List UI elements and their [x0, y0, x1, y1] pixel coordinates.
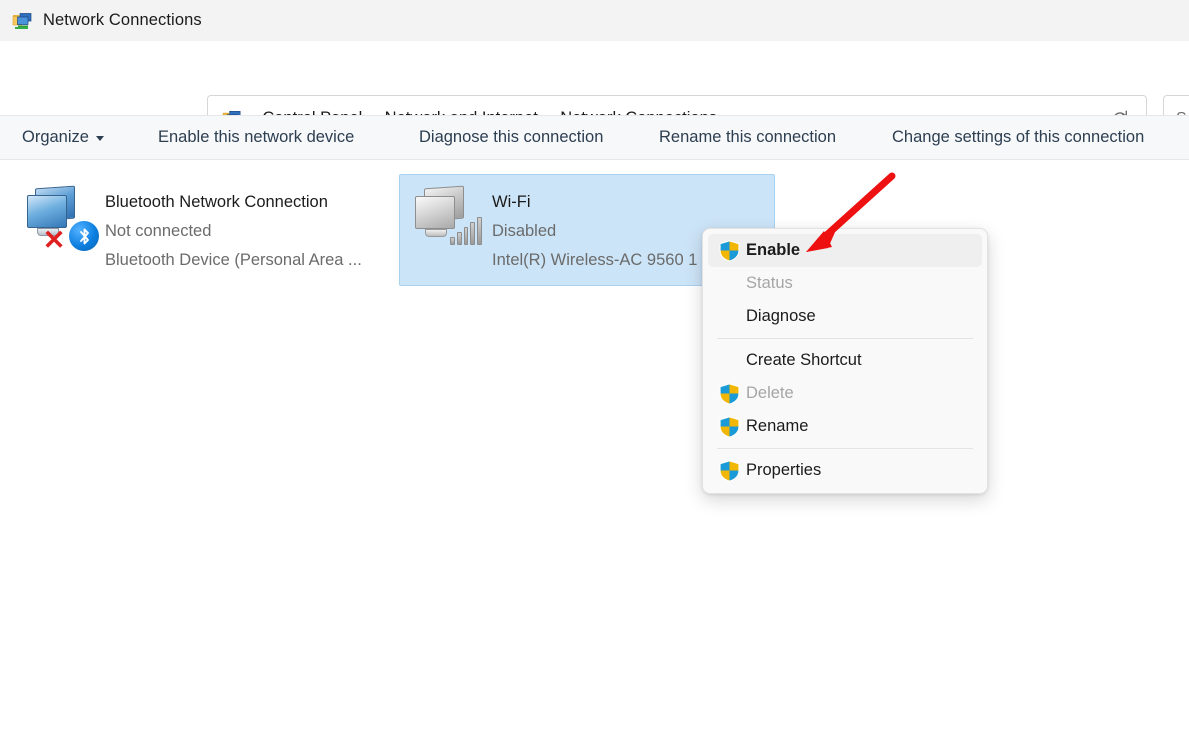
rename-connection-button[interactable]: Rename this connection: [659, 128, 836, 147]
connection-name: Bluetooth Network Connection: [105, 193, 328, 211]
connection-status: Disabled: [492, 221, 557, 240]
menu-item-label: Rename: [746, 417, 809, 435]
connection-text-bluetooth: Bluetooth Network Connection Not connect…: [105, 183, 362, 275]
network-folder-icon: [12, 12, 32, 29]
menu-item-create-shortcut[interactable]: Create Shortcut: [708, 344, 982, 377]
connection-status: Not connected: [105, 221, 212, 240]
connection-text-wifi: Wi-Fi Disabled Intel(R) Wireless-AC 9560…: [492, 183, 697, 275]
organize-button[interactable]: Organize: [22, 128, 104, 147]
disconnected-x-icon: ✕: [42, 225, 66, 255]
organize-label: Organize: [22, 128, 89, 146]
change-settings-button[interactable]: Change settings of this connection: [892, 128, 1144, 147]
enable-network-device-button[interactable]: Enable this network device: [158, 128, 354, 147]
menu-item-label: Enable: [746, 241, 801, 259]
connection-device: Intel(R) Wireless-AC 9560 1: [492, 250, 698, 269]
menu-icon-placeholder: [712, 267, 746, 300]
menu-item-label: Diagnose: [746, 307, 816, 325]
uac-shield-icon: [712, 377, 746, 410]
bluetooth-adapter-icon: ✕: [25, 183, 99, 255]
network-connections-window: Network Connections ← → ⌄ ↑ › Control Pa…: [0, 0, 1189, 734]
connection-item-bluetooth[interactable]: ✕ Bluetooth Network Connection Not conne…: [12, 174, 388, 286]
menu-separator: [717, 448, 973, 449]
window-icon: [12, 10, 34, 32]
menu-icon-placeholder: [712, 300, 746, 333]
menu-icon-placeholder: [712, 344, 746, 377]
shield-glyph: [719, 459, 739, 482]
menu-item-delete: Delete: [708, 377, 982, 410]
menu-item-properties[interactable]: Properties: [708, 454, 982, 487]
uac-shield-icon: [712, 454, 746, 487]
wifi-adapter-disabled-icon: [412, 183, 484, 253]
shield-glyph: [719, 382, 739, 405]
navigation-row: ← → ⌄ ↑ › Control Panel › Network and In…: [0, 41, 1189, 142]
signal-bars-icon: [450, 215, 482, 245]
shield-glyph: [719, 415, 739, 438]
bluetooth-glyph: [79, 228, 89, 244]
menu-item-label: Status: [746, 274, 793, 292]
chevron-down-icon: [95, 136, 104, 141]
menu-item-diagnose[interactable]: Diagnose: [708, 300, 982, 333]
menu-item-enable[interactable]: Enable: [708, 234, 982, 267]
bluetooth-icon: [69, 221, 99, 251]
menu-item-label: Properties: [746, 461, 822, 479]
connection-name: Wi-Fi: [492, 193, 531, 211]
uac-shield-icon: [712, 234, 746, 267]
menu-item-label: Delete: [746, 384, 794, 402]
connections-list: ✕ Bluetooth Network Connection Not conne…: [0, 161, 1189, 734]
menu-separator: [717, 338, 973, 339]
menu-item-label: Create Shortcut: [746, 351, 862, 369]
shield-glyph: [719, 239, 739, 262]
title-bar: Network Connections: [0, 0, 1189, 41]
command-bar: Organize Enable this network device Diag…: [0, 115, 1189, 160]
menu-item-rename[interactable]: Rename: [708, 410, 982, 443]
menu-item-status: Status: [708, 267, 982, 300]
uac-shield-icon: [712, 410, 746, 443]
connection-device: Bluetooth Device (Personal Area ...: [105, 250, 362, 269]
context-menu: Enable Status Diagnose Create Shortcut D…: [702, 228, 988, 494]
window-title: Network Connections: [43, 11, 202, 29]
diagnose-connection-button[interactable]: Diagnose this connection: [419, 128, 603, 147]
